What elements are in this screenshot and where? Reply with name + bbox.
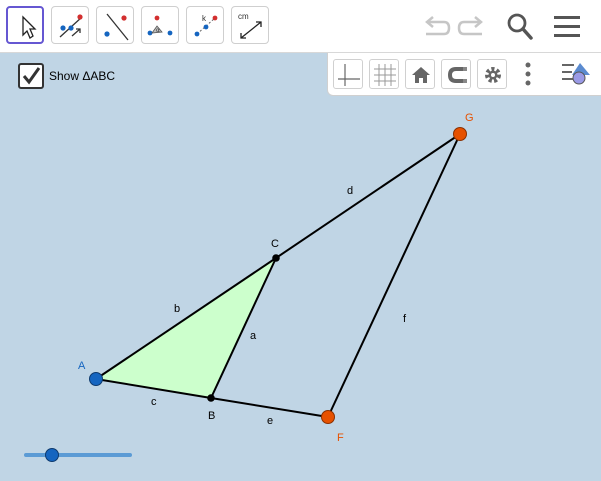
svg-text:α: α [156, 27, 160, 34]
main-toolbar: α k cm [0, 0, 601, 53]
point-f[interactable] [321, 410, 335, 424]
redo-icon[interactable] [456, 10, 488, 42]
point-c[interactable] [272, 254, 280, 262]
slider-knob[interactable] [45, 448, 59, 462]
distance-tool-button[interactable]: cm [231, 6, 269, 44]
line-tool-button[interactable] [96, 6, 134, 44]
slider-icon: k [194, 14, 218, 37]
label-a: a [250, 330, 257, 342]
point-b[interactable] [207, 394, 215, 402]
graphics-style-bar [327, 53, 601, 96]
point-g[interactable] [453, 127, 467, 141]
label-b: b [174, 303, 180, 315]
angle-icon: α [147, 15, 173, 36]
point-label-a: A [78, 360, 86, 372]
construction-drawing: a b c d e f A B C F G [24, 112, 474, 462]
point-tool-button[interactable] [51, 6, 89, 44]
undo-icon[interactable] [420, 10, 452, 42]
slider-tool-label: k [202, 14, 207, 23]
segment-d[interactable] [275, 133, 461, 259]
label-e: e [267, 415, 273, 427]
move-tool-button[interactable] [6, 6, 44, 44]
magnet-icon [447, 67, 467, 83]
label-c: c [151, 396, 157, 408]
point-a[interactable] [89, 372, 103, 386]
segment-f[interactable] [327, 133, 461, 418]
settings-button[interactable] [477, 59, 507, 89]
line-through-points-icon [104, 13, 129, 41]
axes-toggle-button[interactable] [333, 59, 363, 89]
point-label-g: G [465, 112, 474, 124]
slider-tool-button[interactable]: k [186, 6, 224, 44]
more-icon[interactable] [518, 59, 538, 89]
style-icon[interactable] [560, 59, 596, 89]
graphics-view[interactable]: a b c d e f A B C F G [0, 53, 601, 481]
grid-toggle-button[interactable] [369, 59, 399, 89]
label-d: d [347, 185, 353, 197]
snap-button[interactable] [441, 59, 471, 89]
label-f: f [403, 313, 407, 325]
gear-icon [485, 67, 501, 83]
point-label-c: C [271, 238, 279, 250]
home-button[interactable] [405, 59, 435, 89]
axes-icon [338, 64, 360, 86]
menu-icon[interactable] [551, 10, 583, 42]
grid-icon [374, 64, 396, 86]
triangle-abc[interactable] [96, 258, 276, 398]
checkbox-label: Show ΔABC [49, 69, 116, 83]
search-icon[interactable] [503, 10, 535, 42]
distance-tool-label: cm [238, 12, 249, 21]
cursor-arrow-icon [22, 15, 37, 39]
point-on-object-icon [59, 14, 83, 38]
home-icon [412, 67, 430, 83]
point-label-f: F [337, 432, 344, 444]
checkbox-box[interactable] [18, 63, 44, 89]
angle-tool-button[interactable]: α [141, 6, 179, 44]
checkmark-icon [22, 67, 41, 85]
point-label-b: B [208, 410, 215, 422]
distance-icon: cm [238, 12, 262, 39]
